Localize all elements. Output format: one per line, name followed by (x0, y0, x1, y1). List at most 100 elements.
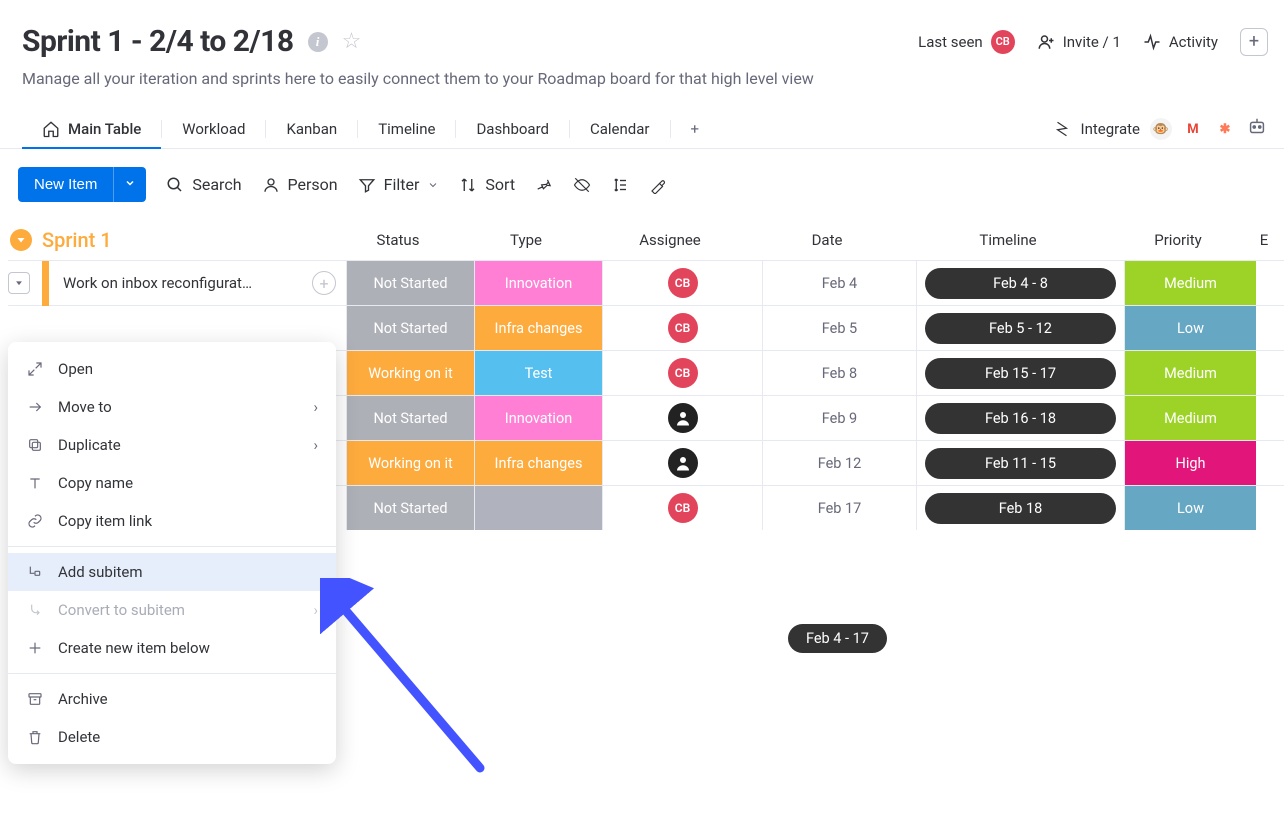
filter-label: Filter (384, 175, 420, 194)
timeline-pill[interactable]: Feb 4 - 8 (925, 268, 1116, 299)
pin-button[interactable] (535, 176, 553, 194)
last-seen[interactable]: Last seen CB (918, 30, 1015, 54)
timeline-pill[interactable]: Feb 11 - 15 (925, 448, 1116, 479)
column-priority[interactable]: Priority (1112, 221, 1244, 259)
copy-icon (26, 437, 44, 453)
invite-button[interactable]: Invite / 1 (1037, 33, 1121, 51)
ctx-delete[interactable]: Delete (8, 718, 336, 756)
group-title[interactable]: Sprint 1 (42, 228, 112, 252)
column-extra[interactable]: E (1244, 221, 1284, 259)
cell-status[interactable]: Working on it (346, 351, 474, 395)
add-view-button[interactable]: + (671, 110, 720, 148)
column-date[interactable]: Date (750, 221, 904, 259)
row-add-button[interactable]: + (312, 271, 336, 295)
chevron-right-icon: › (313, 436, 318, 454)
cell-assignee[interactable]: CB (602, 486, 762, 530)
height-button[interactable] (611, 176, 629, 194)
add-to-header-button[interactable]: + (1240, 28, 1268, 56)
cell-date[interactable]: Feb 12 (762, 441, 916, 485)
cell-type[interactable] (474, 486, 602, 530)
new-item-button[interactable]: New Item (18, 167, 113, 202)
row-menu-button[interactable] (8, 272, 30, 294)
cell-assignee[interactable] (602, 441, 762, 485)
ctx-move-to[interactable]: Move to › (8, 388, 336, 426)
cell-timeline[interactable]: Feb 4 - 8 (916, 261, 1124, 305)
timeline-pill[interactable]: Feb 15 - 17 (925, 358, 1116, 389)
avatar-cb: CB (668, 313, 698, 343)
ctx-duplicate[interactable]: Duplicate › (8, 426, 336, 464)
cell-type[interactable]: Infra changes (474, 441, 602, 485)
integrate-button[interactable]: Integrate 🐵 M ✱ (1053, 118, 1236, 140)
tab-dashboard[interactable]: Dashboard (456, 110, 569, 148)
cell-priority[interactable]: Low (1124, 306, 1256, 350)
cell-priority[interactable]: High (1124, 441, 1256, 485)
cell-date[interactable]: Feb 8 (762, 351, 916, 395)
hide-button[interactable] (573, 176, 591, 194)
cell-timeline[interactable]: Feb 11 - 15 (916, 441, 1124, 485)
cell-type[interactable]: Innovation (474, 261, 602, 305)
ctx-copy-name[interactable]: Copy name (8, 464, 336, 502)
cell-timeline[interactable]: Feb 5 - 12 (916, 306, 1124, 350)
cell-assignee[interactable] (602, 396, 762, 440)
activity-button[interactable]: Activity (1143, 33, 1218, 51)
new-item-dropdown[interactable] (113, 167, 146, 202)
convert-icon (26, 602, 44, 618)
cell-timeline[interactable]: Feb 15 - 17 (916, 351, 1124, 395)
cell-status[interactable]: Not Started (346, 261, 474, 305)
cell-priority[interactable]: Low (1124, 486, 1256, 530)
star-icon[interactable]: ☆ (342, 29, 362, 54)
cell-timeline[interactable]: Feb 18 (916, 486, 1124, 530)
tab-timeline[interactable]: Timeline (358, 110, 455, 148)
ctx-add-subitem[interactable]: Add subitem (8, 553, 336, 591)
page-title: Sprint 1 - 2/4 to 2/18 (22, 24, 294, 59)
cell-status[interactable]: Not Started (346, 486, 474, 530)
automate-icon[interactable] (1246, 116, 1268, 142)
column-assignee[interactable]: Assignee (590, 221, 750, 259)
ctx-copy-link[interactable]: Copy item link (8, 502, 336, 540)
cell-priority[interactable]: Medium (1124, 351, 1256, 395)
cell-date[interactable]: Feb 17 (762, 486, 916, 530)
timeline-pill[interactable]: Feb 5 - 12 (925, 313, 1116, 344)
row-name[interactable]: Work on inbox reconfigurat… (49, 274, 312, 292)
cell-assignee[interactable]: CB (602, 306, 762, 350)
tab-workload[interactable]: Workload (162, 110, 265, 148)
cell-assignee[interactable]: CB (602, 261, 762, 305)
table-row[interactable]: Work on inbox reconfigurat…+ Not StartedI… (8, 260, 1284, 305)
info-icon[interactable]: i (308, 32, 328, 52)
column-status[interactable]: Status (334, 221, 462, 259)
tab-calendar[interactable]: Calendar (570, 110, 670, 148)
cell-date[interactable]: Feb 4 (762, 261, 916, 305)
ctx-label: Create new item below (58, 639, 210, 657)
expand-icon (26, 361, 44, 377)
sort-button[interactable]: Sort (459, 175, 515, 194)
group-collapse-button[interactable] (10, 229, 32, 251)
cell-priority[interactable]: Medium (1124, 396, 1256, 440)
cell-assignee[interactable]: CB (602, 351, 762, 395)
ctx-create-below[interactable]: Create new item below (8, 629, 336, 667)
cell-type[interactable]: Infra changes (474, 306, 602, 350)
archive-icon (26, 691, 44, 707)
color-button[interactable] (649, 176, 667, 194)
column-timeline[interactable]: Timeline (904, 221, 1112, 259)
chevron-right-icon: › (313, 601, 318, 619)
cell-status[interactable]: Not Started (346, 306, 474, 350)
column-type[interactable]: Type (462, 221, 590, 259)
cell-status[interactable]: Not Started (346, 396, 474, 440)
filter-button[interactable]: Filter (358, 175, 440, 194)
ctx-archive[interactable]: Archive (8, 680, 336, 718)
cell-timeline[interactable]: Feb 16 - 18 (916, 396, 1124, 440)
cell-date[interactable]: Feb 9 (762, 396, 916, 440)
tab-kanban[interactable]: Kanban (266, 110, 357, 148)
ctx-open[interactable]: Open (8, 350, 336, 388)
cell-type[interactable]: Test (474, 351, 602, 395)
timeline-pill[interactable]: Feb 18 (925, 493, 1116, 524)
eye-off-icon (573, 176, 591, 194)
cell-status[interactable]: Working on it (346, 441, 474, 485)
person-filter-button[interactable]: Person (262, 175, 338, 194)
timeline-pill[interactable]: Feb 16 - 18 (925, 403, 1116, 434)
cell-date[interactable]: Feb 5 (762, 306, 916, 350)
cell-type[interactable]: Innovation (474, 396, 602, 440)
cell-priority[interactable]: Medium (1124, 261, 1256, 305)
tab-main-table[interactable]: Main Table (22, 110, 161, 148)
search-button[interactable]: Search (166, 175, 241, 194)
